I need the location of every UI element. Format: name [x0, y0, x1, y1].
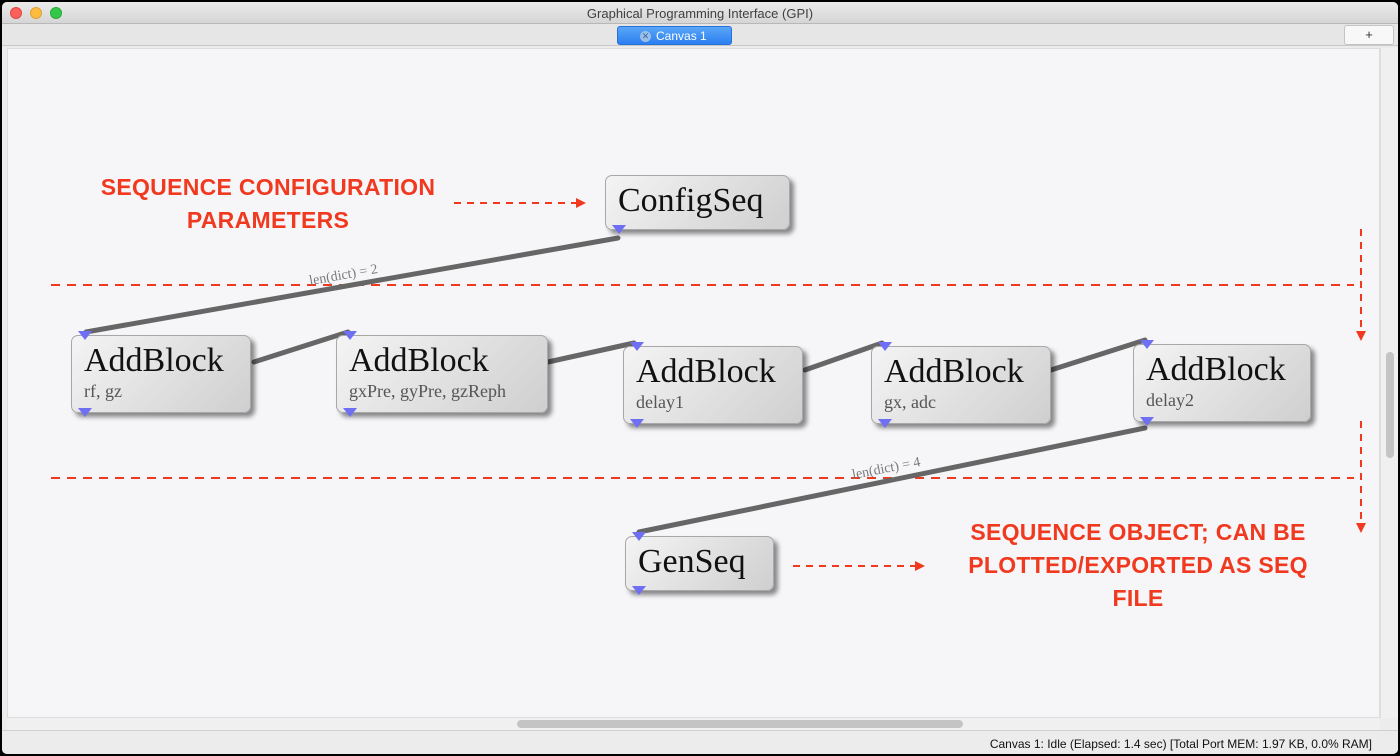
- vertical-scrollbar[interactable]: [1380, 48, 1398, 718]
- seqobj-annotation-line1: SEQUENCE OBJECT; CAN BE: [970, 519, 1306, 545]
- output-port-icon[interactable]: [1140, 417, 1154, 426]
- wire-addblock2-addblock3[interactable]: [545, 340, 637, 365]
- gpi-window: Graphical Programming Interface (GPI) ✕ …: [2, 2, 1398, 754]
- node-title: AddBlock: [1146, 351, 1286, 388]
- status-bar: Canvas 1: Idle (Elapsed: 1.4 sec) [Total…: [2, 730, 1398, 754]
- node-title: AddBlock: [84, 342, 224, 379]
- tab-bar: ✕ Canvas 1 +: [2, 24, 1398, 46]
- network-canvas[interactable]: len(dict) = 2 len(dict) = 4 SEQUENCE CON…: [7, 48, 1380, 718]
- output-port-icon[interactable]: [612, 225, 626, 234]
- node-subtitle: gxPre, gyPre, gzReph: [349, 381, 506, 401]
- title-bar: Graphical Programming Interface (GPI): [2, 2, 1398, 24]
- node-addblock-5[interactable]: AddBlock delay2: [1133, 340, 1311, 426]
- node-addblock-1[interactable]: AddBlock rf, gz: [71, 331, 251, 417]
- input-port-icon[interactable]: [878, 342, 892, 351]
- plus-icon: +: [1365, 27, 1373, 42]
- window-title: Graphical Programming Interface (GPI): [586, 6, 814, 21]
- close-icon[interactable]: ✕: [640, 31, 651, 42]
- status-text: Canvas 1: Idle (Elapsed: 1.4 sec) [Total…: [989, 737, 1372, 751]
- node-addblock-2[interactable]: AddBlock gxPre, gyPre, gzReph: [336, 331, 548, 417]
- output-port-icon[interactable]: [878, 419, 892, 428]
- output-port-icon[interactable]: [632, 586, 646, 595]
- node-title: GenSeq: [638, 543, 746, 580]
- vertical-scroll-thumb[interactable]: [1386, 352, 1394, 458]
- wire-addblock1-addblock2[interactable]: [251, 329, 351, 365]
- input-port-icon[interactable]: [78, 331, 92, 340]
- node-configseq[interactable]: ConfigSeq: [605, 175, 790, 234]
- seqobj-annotation-line2: PLOTTED/EXPORTED AS SEQ: [968, 552, 1308, 578]
- node-subtitle: rf, gz: [84, 381, 122, 401]
- horizontal-scrollbar[interactable]: [7, 718, 1380, 730]
- input-port-icon[interactable]: [343, 331, 357, 340]
- node-title: AddBlock: [884, 353, 1024, 390]
- config-annotation-line1: SEQUENCE CONFIGURATION: [100, 174, 436, 200]
- seqobj-annotation: SEQUENCE OBJECT; CAN BE PLOTTED/EXPORTED…: [948, 516, 1328, 615]
- tab-label: Canvas 1: [656, 29, 707, 43]
- node-title: AddBlock: [349, 342, 489, 379]
- node-title: ConfigSeq: [618, 182, 764, 219]
- tab-canvas-1[interactable]: ✕ Canvas 1: [617, 26, 732, 45]
- wire-addblock4-addblock5[interactable]: [1048, 337, 1148, 373]
- horizontal-scroll-thumb[interactable]: [517, 720, 963, 728]
- node-genseq[interactable]: GenSeq: [625, 532, 774, 595]
- output-port-icon[interactable]: [630, 419, 644, 428]
- input-port-icon[interactable]: [1140, 340, 1154, 349]
- output-port-icon[interactable]: [343, 408, 357, 417]
- config-annotation: SEQUENCE CONFIGURATION PARAMETERS: [78, 171, 458, 237]
- node-addblock-3[interactable]: AddBlock delay1: [623, 342, 803, 428]
- input-port-icon[interactable]: [632, 532, 646, 541]
- seqobj-annotation-line3: FILE: [1112, 585, 1164, 611]
- node-title: AddBlock: [636, 353, 776, 390]
- node-addblock-4[interactable]: AddBlock gx, adc: [871, 342, 1051, 428]
- output-port-icon[interactable]: [78, 408, 92, 417]
- add-tab-button[interactable]: +: [1344, 25, 1394, 45]
- input-port-icon[interactable]: [630, 342, 644, 351]
- config-annotation-line2: PARAMETERS: [186, 207, 350, 233]
- node-subtitle: delay1: [636, 392, 684, 412]
- node-subtitle: gx, adc: [884, 392, 936, 412]
- node-subtitle: delay2: [1146, 390, 1194, 410]
